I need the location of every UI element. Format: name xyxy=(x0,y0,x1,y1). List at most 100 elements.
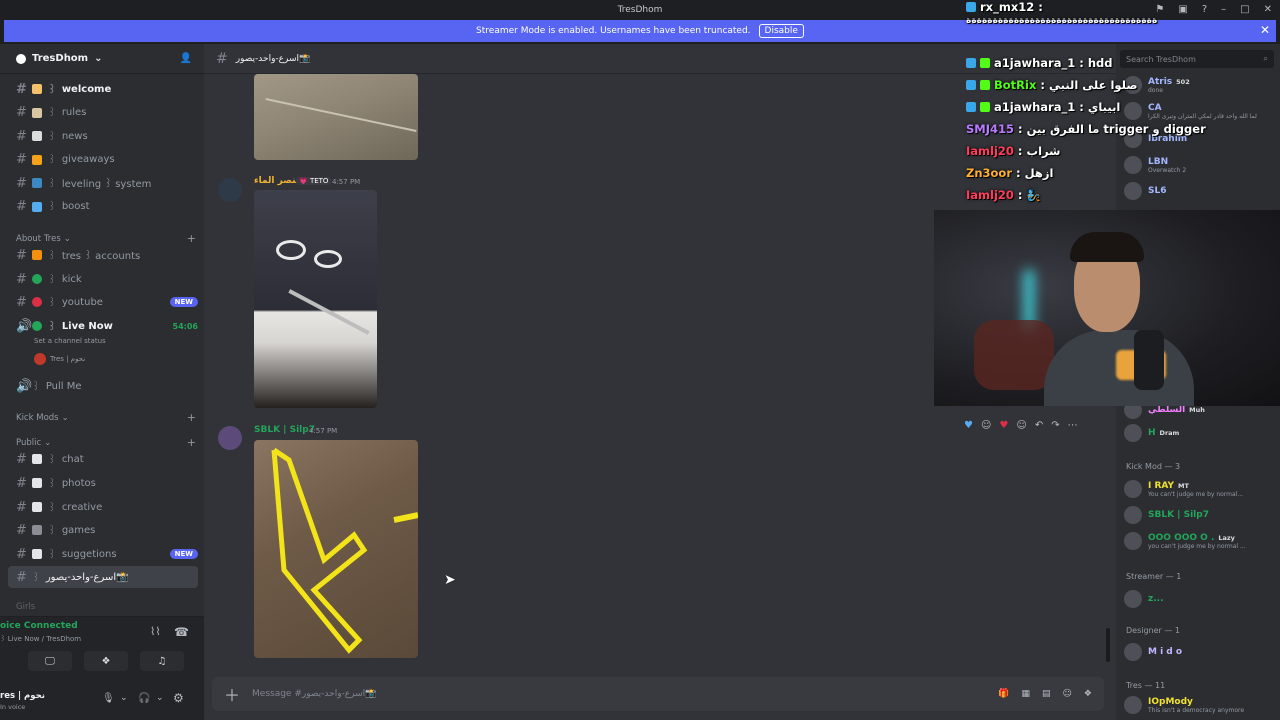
server-header[interactable]: TresDhom ⌄ 👤 xyxy=(0,44,204,74)
disconnect-icon[interactable]: ☎ xyxy=(174,625,189,639)
category-header[interactable]: Girls xyxy=(16,602,196,612)
channel-emoji-icon xyxy=(32,201,42,212)
channel-item[interactable]: # ꒱ creative xyxy=(8,496,198,518)
member-item[interactable]: H Dram xyxy=(1124,422,1179,444)
member-item[interactable]: LBN Overwatch 2 xyxy=(1124,154,1186,176)
scrollbar[interactable] xyxy=(1106,628,1110,662)
channel-item[interactable]: 🔊 ꒱ Live Now 54:06 xyxy=(8,315,198,337)
disable-button[interactable]: Disable xyxy=(758,24,804,38)
hash-icon: # xyxy=(216,50,228,67)
channel-item[interactable]: # ꒱ rules xyxy=(8,102,198,124)
attachment-image[interactable] xyxy=(254,440,418,658)
gif-icon[interactable]: ▦ xyxy=(1022,689,1031,699)
mic-icon[interactable]: 🎙 xyxy=(102,693,115,704)
member-item[interactable]: I RAY MT You can't judge me by normal... xyxy=(1124,478,1243,500)
add-member-icon[interactable]: 👤 xyxy=(180,53,192,64)
member-name: Ibrahim xyxy=(1148,134,1188,144)
server-name: TresDhom xyxy=(32,53,89,64)
member-item[interactable]: IOpMody This isn't a democracy anymore xyxy=(1124,694,1244,716)
chevron-down-icon[interactable]: ⌄ xyxy=(156,693,164,703)
channel-item[interactable]: # ꒱ tres ꒱ accounts xyxy=(8,244,198,266)
chevron-down-icon[interactable]: ⌄ xyxy=(120,693,128,703)
member-item[interactable]: SBLK | Silp7 xyxy=(1124,504,1209,526)
help-icon[interactable]: ? xyxy=(1202,4,1207,15)
activities-button[interactable]: ❖ xyxy=(84,651,128,671)
streamer-mode-banner: Streamer Mode is enabled. Usernames have… xyxy=(4,20,1276,42)
channel-emoji-icon xyxy=(32,549,42,559)
avatar[interactable] xyxy=(218,426,242,450)
hash-icon: # xyxy=(16,546,27,562)
screen-icon[interactable]: ▣ xyxy=(1178,4,1187,15)
message-author[interactable]: SBLK | Silp7 xyxy=(254,425,315,435)
member-item[interactable]: Ibrahim xyxy=(1124,128,1187,150)
message-input[interactable]: Message #اسرع-واحد-يصور📸 xyxy=(252,689,376,699)
emoji-reaction-icon[interactable]: ☺ xyxy=(981,420,991,431)
category-header[interactable]: Kick Mods ⌄ + xyxy=(16,411,196,424)
channel-item[interactable]: # ꒱ اسرع-واحد-يصور📸 xyxy=(8,566,198,588)
close-window-button[interactable]: ✕ xyxy=(1264,4,1272,15)
noise-suppression-icon[interactable]: ⌇⌇ xyxy=(150,625,161,638)
separator: ꒱ xyxy=(48,502,56,514)
member-item[interactable]: Atris 502 done xyxy=(1124,74,1190,96)
reply-icon[interactable]: ↶ xyxy=(1035,420,1043,431)
voice-user[interactable]: Tres | نحوم xyxy=(34,353,85,365)
heart-reaction-icon[interactable]: ♥ xyxy=(964,420,973,431)
channel-item[interactable]: # ꒱ kick xyxy=(8,268,198,290)
new-badge: NEW xyxy=(169,549,198,559)
member-name: H xyxy=(1148,428,1156,438)
avatar[interactable] xyxy=(218,178,242,202)
channel-item[interactable]: # ꒱ news xyxy=(8,125,198,147)
settings-icon[interactable]: ⚙ xyxy=(173,691,184,705)
channel-emoji-icon xyxy=(32,154,42,165)
heart-reaction-icon[interactable]: ♥ xyxy=(999,420,1008,431)
member-item[interactable]: CA لما الله واحد قادر لمكي المثران وتيرى … xyxy=(1124,100,1257,122)
channel-status[interactable]: Set a channel status xyxy=(34,337,106,345)
add-attachment-icon[interactable]: ＋ xyxy=(224,682,240,706)
sticker-icon[interactable]: ▤ xyxy=(1042,689,1051,699)
message-author[interactable]: عنصر الماء xyxy=(254,176,302,186)
channel-emoji-icon xyxy=(32,321,42,331)
screen-share-button[interactable]: 🖵 xyxy=(28,651,72,671)
channel-item[interactable]: 🔊 ꒱ Pull Me xyxy=(8,375,198,397)
add-channel-icon[interactable]: + xyxy=(187,411,196,424)
channel-item[interactable]: # ꒱ welcome xyxy=(8,78,198,100)
hash-icon: # xyxy=(16,475,27,491)
attachment-image[interactable] xyxy=(254,74,418,160)
member-name: I RAY xyxy=(1148,480,1175,491)
member-item[interactable]: M i d o xyxy=(1124,641,1182,663)
channel-item[interactable]: # ꒱ games xyxy=(8,519,198,541)
message-timestamp: 4:57 PM xyxy=(332,178,361,186)
gift-icon[interactable]: 🎁 xyxy=(998,689,1009,699)
close-banner-icon[interactable]: ✕ xyxy=(1260,23,1270,37)
separator: ꒱ xyxy=(48,454,56,466)
channel-item[interactable]: # ꒱ boost xyxy=(8,196,198,218)
minimize-button[interactable]: – xyxy=(1221,4,1226,15)
member-item[interactable]: SL6 xyxy=(1124,180,1166,202)
channel-item[interactable]: # ꒱ suggetions NEW xyxy=(8,543,198,565)
channel-item[interactable]: # ꒱ leveling ꒱ system xyxy=(8,172,198,194)
channel-emoji-icon xyxy=(32,178,42,188)
member-badge: 502 xyxy=(1176,77,1190,86)
search-input[interactable]: Search TresDhom ⌕ xyxy=(1120,50,1274,68)
separator: ꒱ xyxy=(32,381,40,393)
more-icon[interactable]: ⋯ xyxy=(1068,420,1078,431)
apps-icon[interactable]: ❖ xyxy=(1084,689,1092,699)
member-item[interactable]: z... xyxy=(1124,588,1164,610)
channel-item[interactable]: # ꒱ youtube NEW xyxy=(8,291,198,313)
member-name: LBN xyxy=(1148,156,1169,167)
channel-item[interactable]: # ꒱ chat xyxy=(8,448,198,470)
member-item[interactable]: ΟΟΟ ΟΟΟ Ο . Lazy you can't judge me by nor… xyxy=(1124,530,1246,552)
member-name: M i d o xyxy=(1148,647,1183,657)
emoji-icon[interactable]: ☺ xyxy=(1063,689,1072,699)
channel-item[interactable]: # ꒱ photos xyxy=(8,472,198,494)
headphones-icon[interactable]: 🎧 xyxy=(138,693,150,704)
separator: ꒱ xyxy=(48,84,56,96)
add-reaction-icon[interactable]: ☺ xyxy=(1016,420,1026,431)
attachment-image[interactable] xyxy=(254,190,377,408)
forward-icon[interactable]: ↷ xyxy=(1051,420,1059,431)
maximize-button[interactable]: □ xyxy=(1240,4,1249,15)
inbox-icon[interactable]: ⚑ xyxy=(1155,4,1164,15)
user-name: res | نحوم xyxy=(0,691,45,701)
soundboard-button[interactable]: ♫ xyxy=(140,651,184,671)
channel-item[interactable]: # ꒱ giveaways xyxy=(8,149,198,171)
